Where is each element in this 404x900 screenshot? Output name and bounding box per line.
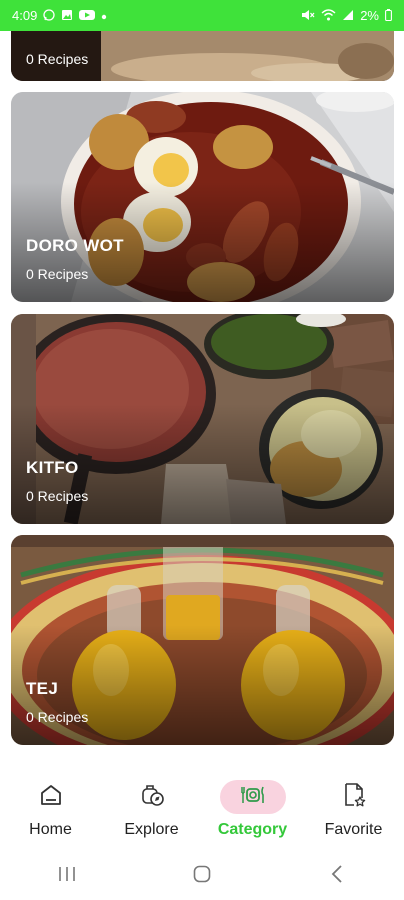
home-circle-icon [193,865,211,888]
category-card-tej[interactable]: TEJ 0 Recipes [11,535,394,745]
battery-percent: 2% [360,8,379,23]
category-title: DORO WOT [26,236,124,255]
image-icon [61,9,73,23]
bottom-navigation: Home Explore Category Favorite [0,760,404,852]
category-list[interactable]: 0 Recipes DORO WOT 0 Recipes KITFO 0 Rec… [0,31,404,760]
whatsapp-icon [43,8,55,23]
recents-button[interactable] [47,861,87,891]
nav-home[interactable]: Home [0,760,101,852]
utensils-icon [240,784,266,811]
nav-icon-container [18,780,84,814]
wifi-icon [321,8,336,23]
back-chevron-icon [331,864,343,888]
status-left: 4:09 [12,8,107,23]
favorite-page-icon [342,782,366,813]
category-recipe-count: 0 Recipes [26,266,89,282]
dot-icon [101,10,107,22]
nav-label-favorite: Favorite [324,821,383,838]
nav-favorite[interactable]: Favorite [303,760,404,852]
category-card-doro-wot[interactable]: DORO WOT 0 Recipes [11,92,394,302]
nav-category[interactable]: Category [202,760,303,852]
home-button[interactable] [182,861,222,891]
youtube-icon [79,9,96,23]
image-shade [11,625,394,745]
category-title: KITFO [26,458,79,477]
category-card-kitfo[interactable]: KITFO 0 Recipes [11,314,394,524]
category-recipe-count: 0 Recipes [26,51,89,67]
recents-icon [58,866,76,887]
nav-label-explore: Explore [124,821,179,838]
category-card-partial[interactable]: 0 Recipes [11,31,394,81]
explore-icon [138,782,166,813]
category-recipe-count: 0 Recipes [26,488,89,504]
status-time: 4:09 [12,8,38,23]
nav-explore[interactable]: Explore [101,760,202,852]
nav-label-category: Category [217,821,288,838]
mute-icon [301,9,315,23]
nav-icon-container-active [219,780,286,814]
nav-icon-container [321,780,387,814]
status-right: 2% [301,8,392,23]
home-icon [39,783,63,812]
back-button[interactable] [317,861,357,891]
category-title: TEJ [26,679,59,698]
system-navigation-bar [0,852,404,900]
nav-icon-container [119,780,185,814]
nav-label-home: Home [29,821,72,838]
status-bar: 4:09 2% [0,0,404,31]
signal-icon [342,9,354,23]
category-recipe-count: 0 Recipes [26,709,89,725]
battery-icon [385,8,392,23]
